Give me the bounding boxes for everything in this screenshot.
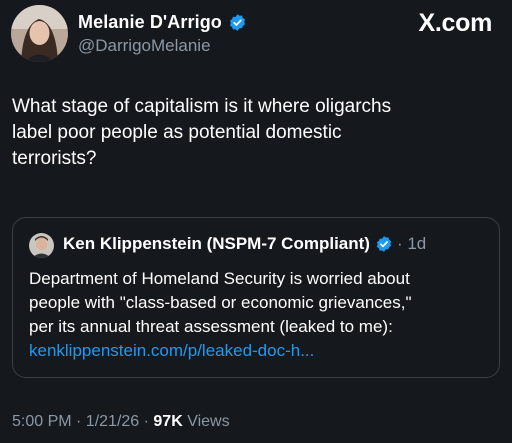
quoted-text-line: people with "class-based or economic gri… bbox=[29, 293, 412, 312]
tweet-text: What stage of capitalism is it where oli… bbox=[12, 94, 482, 172]
quoted-tweet-time[interactable]: · 1d bbox=[397, 234, 426, 254]
views-label: Views bbox=[182, 413, 230, 430]
quoted-tweet-card[interactable]: Ken Klippenstein (NSPM-7 Compliant) · 1d… bbox=[12, 217, 500, 378]
tweet-text-line: label poor people as potential domestic bbox=[12, 122, 342, 143]
quoted-text-line: per its annual threat assessment (leaked… bbox=[29, 317, 393, 336]
author-name-row: Melanie D'Arrigo bbox=[78, 12, 247, 33]
verified-badge-icon bbox=[375, 235, 393, 253]
quoted-author-name[interactable]: Ken Klippenstein (NSPM-7 Compliant) bbox=[63, 234, 370, 254]
quoted-tweet-link[interactable]: kenklippenstein.com/p/leaked-doc-h... bbox=[29, 339, 491, 363]
author-display-name[interactable]: Melanie D'Arrigo bbox=[78, 12, 222, 33]
views-count[interactable]: 97K bbox=[153, 413, 182, 430]
tweet-timestamp[interactable]: 5:00 PM · 1/21/26 · bbox=[12, 413, 153, 430]
tweet-screenshot: Melanie D'Arrigo @DarrigoMelanie X.com W… bbox=[0, 0, 512, 443]
quoted-tweet-text: Department of Homeland Security is worri… bbox=[29, 267, 491, 363]
tweet-metadata: 5:00 PM · 1/21/26 · 97K Views bbox=[12, 413, 230, 431]
tweet-text-line: What stage of capitalism is it where oli… bbox=[12, 96, 392, 117]
verified-badge-icon bbox=[228, 13, 247, 32]
author-handle[interactable]: @DarrigoMelanie bbox=[78, 36, 211, 56]
author-avatar[interactable] bbox=[11, 5, 68, 62]
quoted-author-row: Ken Klippenstein (NSPM-7 Compliant) · 1d bbox=[63, 234, 426, 254]
quoted-author-avatar[interactable] bbox=[29, 233, 54, 258]
x-logo-watermark: X.com bbox=[418, 9, 492, 37]
quoted-text-line: Department of Homeland Security is worri… bbox=[29, 269, 410, 288]
tweet-text-line: terrorists? bbox=[12, 148, 97, 169]
